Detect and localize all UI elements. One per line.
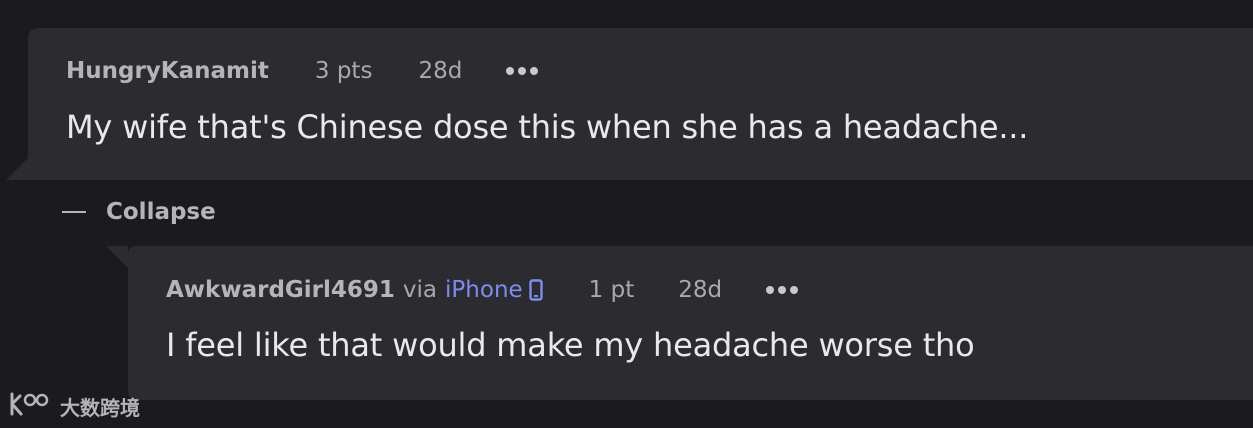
dot	[790, 286, 799, 294]
watermark: 大数跨境	[8, 390, 140, 423]
dot	[530, 67, 539, 75]
comment-card-parent	[28, 28, 1253, 180]
collapse-button[interactable]: Collapse	[62, 193, 216, 231]
smartphone-icon	[528, 279, 543, 301]
reply-body: I feel like that would make my headache …	[166, 326, 975, 364]
reply-points: 1 pt	[588, 277, 635, 303]
collapse-label: Collapse	[106, 199, 216, 225]
reply-age: 28d	[678, 277, 723, 303]
dot	[766, 286, 775, 294]
more-options-icon[interactable]	[766, 286, 799, 294]
reply-meta: AwkwardGirl4691 via iPhone 1 pt 28d	[166, 271, 799, 309]
comment-points: 3 pts	[314, 58, 373, 84]
dot	[518, 67, 527, 75]
more-options-icon[interactable]	[506, 67, 539, 75]
minus-icon	[62, 211, 86, 213]
dot	[778, 286, 787, 294]
watermark-logo	[8, 390, 54, 423]
comment-thread: HungryKanamit 3 pts 28d My wife that's C…	[0, 0, 1253, 428]
comment-body: My wife that's Chinese dose this when sh…	[66, 108, 1029, 146]
comment-meta: HungryKanamit 3 pts 28d	[66, 52, 539, 90]
watermark-text: 大数跨境	[60, 396, 140, 420]
dot	[506, 67, 515, 75]
reply-platform-link[interactable]: iPhone	[445, 277, 523, 303]
comment-card-reply	[128, 246, 1253, 400]
comment-card-notch	[6, 158, 28, 180]
reply-username[interactable]: AwkwardGirl4691	[166, 277, 395, 303]
reply-via: via	[402, 277, 438, 303]
comment-age: 28d	[418, 58, 463, 84]
comment-username[interactable]: HungryKanamit	[66, 58, 269, 84]
comment-card-notch	[106, 246, 128, 268]
